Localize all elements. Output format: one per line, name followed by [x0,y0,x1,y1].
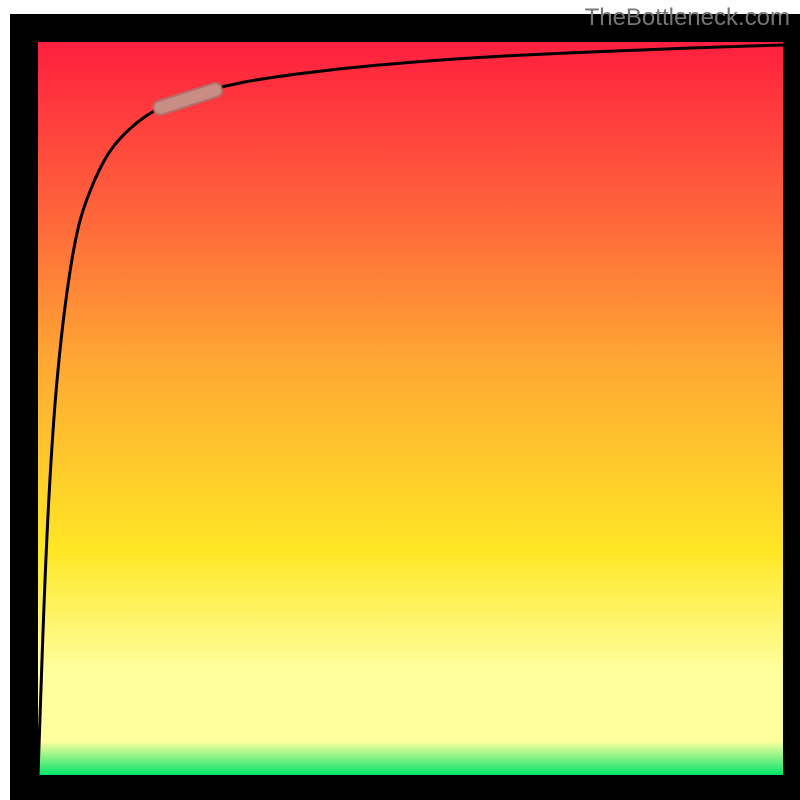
chart-stage: TheBottleneck.com [0,0,800,800]
bottleneck-chart [0,0,800,800]
plot-area [38,30,787,775]
attribution-label: TheBottleneck.com [585,4,790,32]
